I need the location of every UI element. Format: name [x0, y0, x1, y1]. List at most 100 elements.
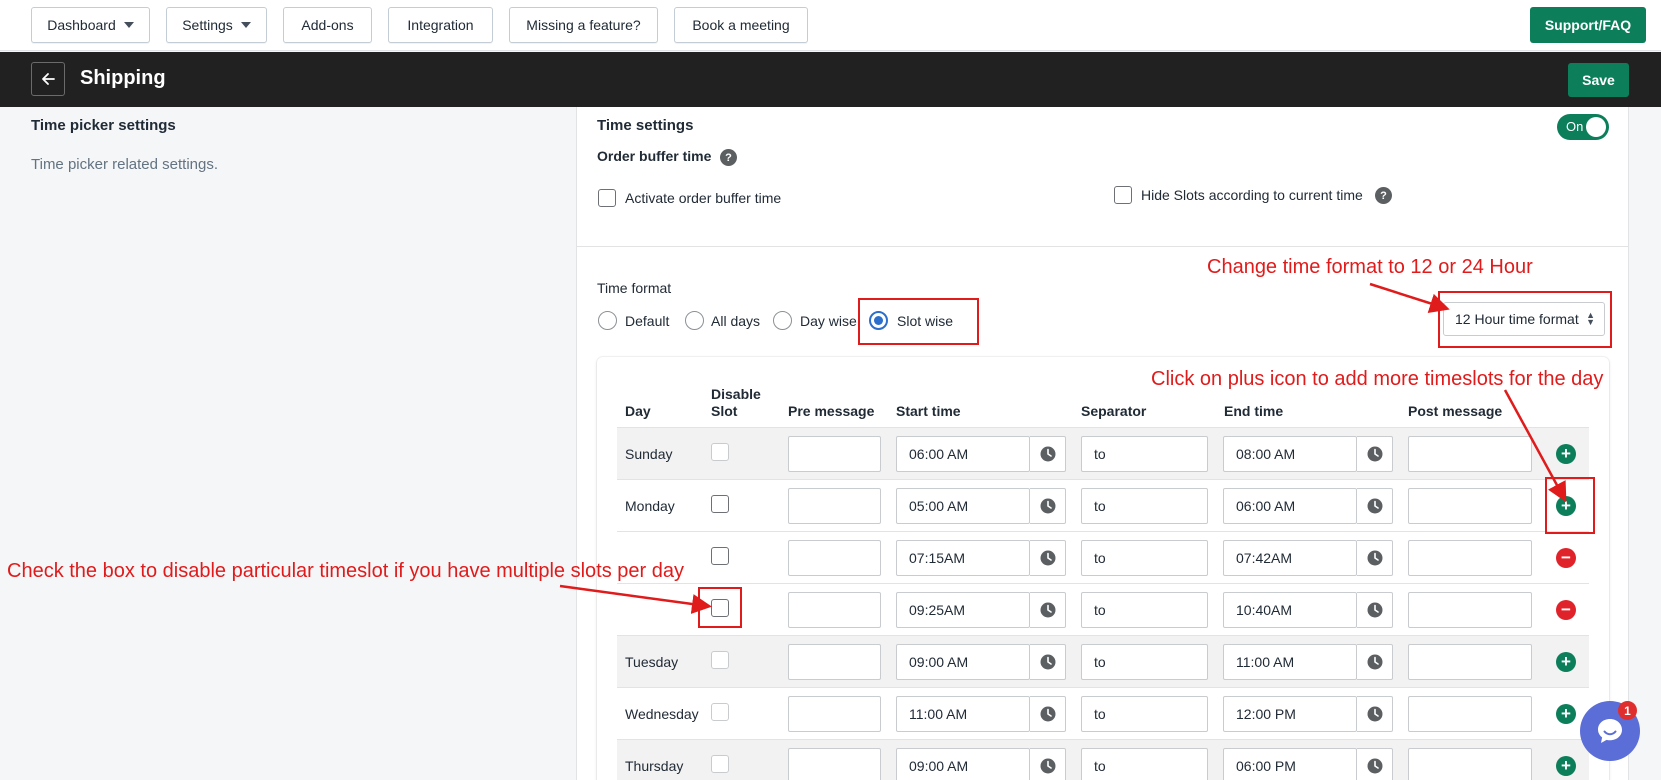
support-faq-button[interactable]: Support/FAQ — [1530, 7, 1646, 43]
pre-message-input[interactable] — [788, 436, 881, 472]
disable-slot-checkbox[interactable] — [711, 547, 729, 565]
remove-slot-button[interactable]: − — [1556, 548, 1576, 568]
integration-button[interactable]: Integration — [388, 7, 493, 43]
add-slot-button[interactable]: + — [1556, 704, 1576, 724]
annotation-time-format: Change time format to 12 or 24 Hour — [1207, 256, 1533, 278]
start-time-value: 11:00 AM — [909, 706, 968, 722]
start-time-input[interactable]: 05:00 AM — [896, 488, 1030, 524]
settings-button[interactable]: Settings — [166, 7, 267, 43]
separator-input[interactable]: to — [1081, 592, 1208, 628]
pre-message-input[interactable] — [788, 540, 881, 576]
radio-all-days[interactable] — [685, 311, 704, 330]
end-time-input[interactable]: 08:00 AM — [1223, 436, 1357, 472]
chat-icon — [1598, 719, 1622, 743]
dashboard-button[interactable]: Dashboard — [31, 7, 150, 43]
radio-day-wise[interactable] — [773, 311, 792, 330]
settings-label: Settings — [182, 17, 233, 33]
clock-icon — [1367, 550, 1382, 566]
end-time-clock-button[interactable] — [1357, 436, 1393, 472]
disable-slot-checkbox[interactable] — [711, 495, 729, 513]
start-time-clock-button[interactable] — [1030, 540, 1066, 576]
separator-input[interactable]: to — [1081, 748, 1208, 780]
back-button[interactable] — [31, 62, 65, 96]
missing-feature-button[interactable]: Missing a feature? — [509, 7, 658, 43]
pre-message-input[interactable] — [788, 592, 881, 628]
start-time-clock-button[interactable] — [1030, 696, 1066, 732]
end-time-clock-button[interactable] — [1357, 488, 1393, 524]
header-start-time: Start time — [896, 403, 961, 419]
start-time-input[interactable]: 11:00 AM — [896, 696, 1030, 732]
activate-buffer-checkbox[interactable] — [598, 189, 616, 207]
end-time-clock-button[interactable] — [1357, 540, 1393, 576]
disable-slot-checkbox[interactable] — [711, 755, 729, 773]
radio-day-wise-label: Day wise — [800, 313, 857, 329]
separator-input[interactable]: to — [1081, 488, 1208, 524]
radio-default[interactable] — [598, 311, 617, 330]
post-message-input[interactable] — [1408, 540, 1532, 576]
separator-input[interactable]: to — [1081, 436, 1208, 472]
help-icon[interactable]: ? — [720, 149, 737, 166]
end-time-clock-button[interactable] — [1357, 748, 1393, 780]
end-time-value: 08:00 AM — [1236, 446, 1296, 462]
card-divider — [576, 246, 1629, 247]
post-message-input[interactable] — [1408, 696, 1532, 732]
end-time-clock-button[interactable] — [1357, 696, 1393, 732]
addons-button[interactable]: Add-ons — [283, 7, 372, 43]
remove-slot-button[interactable]: − — [1556, 600, 1576, 620]
end-time-input[interactable]: 12:00 PM — [1223, 696, 1357, 732]
separator-input[interactable]: to — [1081, 540, 1208, 576]
hide-slots-checkbox[interactable] — [1114, 186, 1132, 204]
save-button[interactable]: Save — [1568, 63, 1629, 97]
start-time-clock-button[interactable] — [1030, 436, 1066, 472]
day-label: Thursday — [625, 758, 684, 774]
end-time-input[interactable]: 07:42AM — [1223, 540, 1357, 576]
end-time-input[interactable]: 06:00 PM — [1223, 748, 1357, 780]
start-time-input[interactable]: 06:00 AM — [896, 436, 1030, 472]
end-time-clock-button[interactable] — [1357, 592, 1393, 628]
start-time-input[interactable]: 09:25AM — [896, 592, 1030, 628]
dashboard-label: Dashboard — [47, 17, 116, 33]
pre-message-input[interactable] — [788, 644, 881, 680]
table-row: 09:25AM to 10:40AM − — [617, 583, 1589, 635]
caret-down-icon — [240, 22, 251, 28]
add-slot-button[interactable]: + — [1556, 756, 1576, 776]
table-row: Wednesday 11:00 AM to 12:00 PM + — [617, 687, 1589, 739]
pre-message-input[interactable] — [788, 696, 881, 732]
clock-icon — [1040, 602, 1055, 618]
activate-buffer-label: Activate order buffer time — [625, 190, 782, 206]
start-time-clock-button[interactable] — [1030, 488, 1066, 524]
header-end-time: End time — [1224, 403, 1284, 419]
help-icon[interactable]: ? — [1375, 187, 1392, 204]
end-time-input[interactable]: 06:00 AM — [1223, 488, 1357, 524]
start-time-input[interactable]: 09:00 AM — [896, 748, 1030, 780]
post-message-input[interactable] — [1408, 748, 1532, 780]
post-message-input[interactable] — [1408, 488, 1532, 524]
separator-value: to — [1094, 758, 1106, 774]
end-time-input[interactable]: 11:00 AM — [1223, 644, 1357, 680]
disable-slot-checkbox[interactable] — [711, 703, 729, 721]
add-slot-button[interactable]: + — [1556, 652, 1576, 672]
start-time-value: 06:00 AM — [909, 446, 969, 462]
pre-message-input[interactable] — [788, 488, 881, 524]
pre-message-input[interactable] — [788, 748, 881, 780]
post-message-input[interactable] — [1408, 644, 1532, 680]
header-disable-slot-line2: Slot — [711, 403, 738, 419]
disable-slot-checkbox[interactable] — [711, 443, 729, 461]
post-message-input[interactable] — [1408, 592, 1532, 628]
disable-slot-checkbox[interactable] — [711, 651, 729, 669]
post-message-input[interactable] — [1408, 436, 1532, 472]
start-time-clock-button[interactable] — [1030, 748, 1066, 780]
start-time-clock-button[interactable] — [1030, 592, 1066, 628]
start-time-input[interactable]: 07:15AM — [896, 540, 1030, 576]
table-row: Tuesday 09:00 AM to 11:00 AM + — [617, 635, 1589, 687]
add-slot-button[interactable]: + — [1556, 444, 1576, 464]
start-time-input[interactable]: 09:00 AM — [896, 644, 1030, 680]
time-settings-toggle[interactable]: On — [1557, 114, 1609, 140]
book-meeting-button[interactable]: Book a meeting — [674, 7, 808, 43]
start-time-clock-button[interactable] — [1030, 644, 1066, 680]
end-time-input[interactable]: 10:40AM — [1223, 592, 1357, 628]
order-buffer-title: Order buffer time — [597, 148, 712, 164]
end-time-clock-button[interactable] — [1357, 644, 1393, 680]
separator-input[interactable]: to — [1081, 644, 1208, 680]
separator-input[interactable]: to — [1081, 696, 1208, 732]
